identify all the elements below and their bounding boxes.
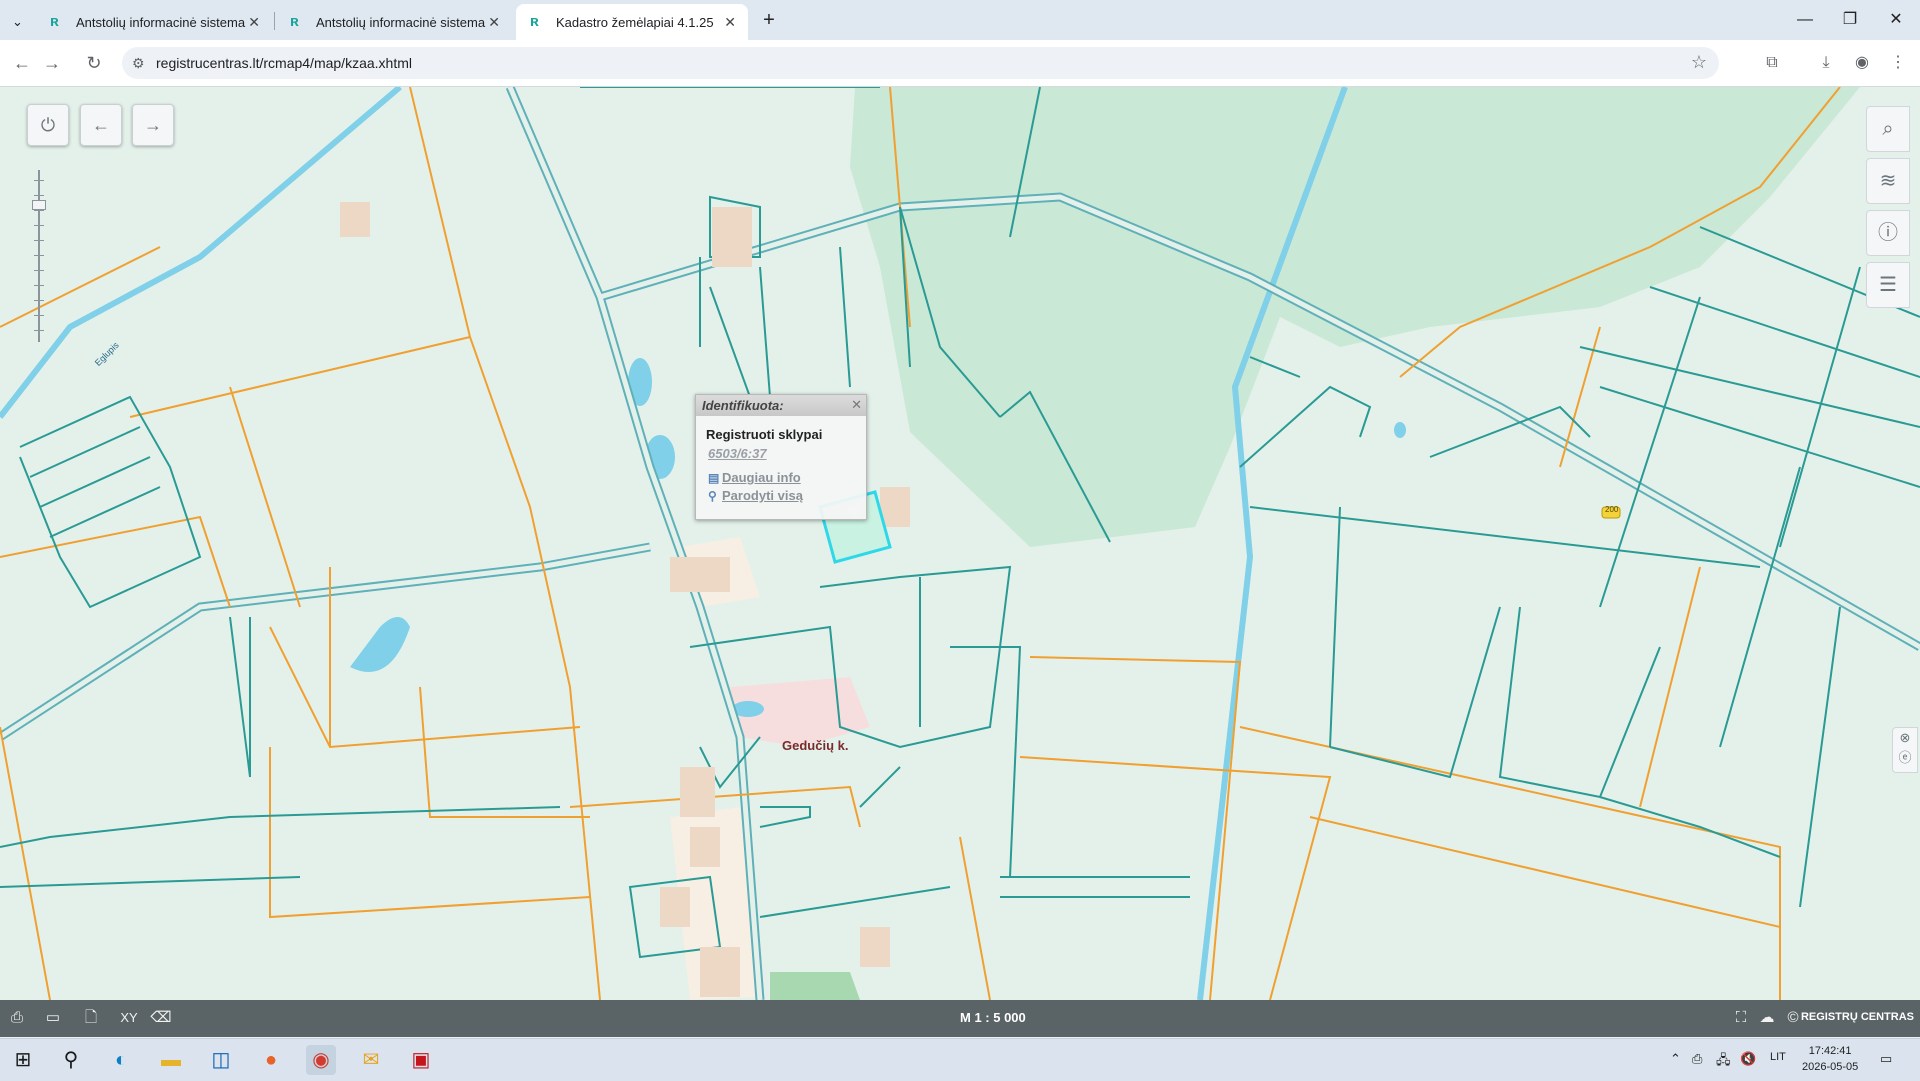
rc-favicon-icon: ʀ (50, 13, 59, 30)
legend-button[interactable]: ☰ (1866, 262, 1910, 308)
show-all-label: Parodyti visą (722, 488, 803, 503)
popup-title: Registruoti sklypai (706, 427, 823, 442)
chrome-icon[interactable]: ◉ (306, 1045, 336, 1075)
print-icon[interactable]: ⎙ (6, 1008, 28, 1028)
new-tab-button[interactable]: + (754, 8, 784, 32)
tab-1[interactable]: ʀ Antstolių informacinė sistema ✕ (36, 4, 272, 40)
tab-title: Antstolių informacinė sistema (316, 14, 486, 30)
forward-button[interactable]: → (38, 49, 66, 77)
firefox-icon[interactable]: ● (256, 1045, 286, 1075)
restore-button[interactable]: ❐ (1835, 8, 1865, 32)
meadow-area (770, 972, 860, 1000)
menu-icon[interactable]: ⋮ (1884, 49, 1912, 77)
tab-separator (274, 12, 275, 30)
identify-popup: Identifikuota: ✕ Registruoti sklypai 650… (695, 394, 867, 520)
mail-icon[interactable]: ✉ (356, 1045, 386, 1075)
map-scale: M 1 : 5 000 (960, 1010, 1026, 1025)
browser-tab-bar: ⌄ ʀ Antstolių informacinė sistema ✕ ʀ An… (0, 0, 1920, 40)
volume-muted-icon[interactable]: 🔇 (1740, 1051, 1756, 1067)
pond (350, 617, 410, 672)
site-info-icon[interactable]: ⚙ (132, 55, 145, 72)
eraser-icon[interactable]: ⌫ (150, 1008, 172, 1028)
profile-icon[interactable]: ◉ (1848, 49, 1876, 77)
windows-taskbar: ⊞ ⚲ ◐ ▬ ◫ ● ◉ ✉ ▣ ⌃ ⎙ 🖧 🔇 LIT 17:42:41 2… (0, 1038, 1920, 1081)
fullscreen-icon[interactable]: ⛶ (1730, 1008, 1752, 1028)
power-button[interactable]: ⏻ (27, 104, 69, 146)
map-canvas (0, 87, 1920, 1000)
close-icon[interactable]: ✕ (851, 397, 862, 413)
forest-area (1280, 87, 1860, 347)
extensions-icon[interactable]: ⧉ (1758, 49, 1786, 77)
clock-date: 2026-05-05 (1802, 1061, 1859, 1073)
tab-search-button[interactable]: ⌄ (6, 4, 34, 40)
info-button[interactable]: ⓘ (1866, 210, 1910, 256)
language-indicator[interactable]: LIT (1770, 1051, 1786, 1063)
road-number-label: 200 (1605, 505, 1619, 514)
close-tab-icon[interactable]: ✕ (248, 14, 260, 31)
search-icon[interactable]: ⚲ (56, 1045, 86, 1075)
buildings (340, 202, 910, 997)
more-info-label: Daugiau info (722, 470, 801, 485)
back-button[interactable]: ← (8, 49, 36, 77)
rc-favicon-icon: ʀ (530, 13, 539, 30)
minimize-button[interactable]: — (1790, 8, 1820, 32)
reload-button[interactable]: ↻ (80, 49, 108, 77)
map-search-button[interactable]: ⌕ (1866, 106, 1910, 152)
zoom-knob[interactable] (32, 200, 46, 210)
windows-start-icon[interactable]: ⊞ (8, 1045, 38, 1075)
clock-time: 17:42:41 (1808, 1045, 1852, 1057)
add-document-icon[interactable]: 🗋 (80, 1008, 102, 1028)
close-tab-icon[interactable]: ✕ (488, 14, 500, 31)
network-icon[interactable]: 🖧 (1716, 1051, 1731, 1073)
outlook-icon[interactable]: ◫ (206, 1045, 236, 1075)
browser-toolbar: ← → ↻ ⚙ registrucentras.lt/rcmap4/map/kz… (0, 40, 1920, 87)
measure-icon[interactable]: ▭ (42, 1008, 64, 1028)
brand-label: REGISTRŲ CENTRAS (1800, 1011, 1914, 1023)
bookmark-star-icon[interactable]: ☆ (1691, 52, 1707, 73)
zoom-slider[interactable] (31, 160, 47, 355)
side-close-button[interactable]: ⊗ ⓔ (1892, 727, 1918, 773)
layers-button[interactable]: ≋ (1866, 158, 1910, 204)
printer-icon[interactable]: ⎙ (1692, 1051, 1702, 1067)
cadastral-map[interactable]: Eglupis 200 Gedučių k. ⏻ ← → ⌕ ≋ ⓘ ☰ ⊗ ⓔ … (0, 87, 1920, 1000)
more-info-link[interactable]: ▤ Daugiau info (708, 470, 801, 485)
close-window-button[interactable]: ✕ (1881, 8, 1911, 32)
map-bottom-bar: ⎙ ▭ 🗋 XY ⌫ M 1 : 5 000 ⛶ ☁ © REGISTRŲ CE… (0, 1000, 1920, 1037)
system-clock[interactable]: 17:42:41 2026-05-05 (1802, 1043, 1858, 1075)
rc-favicon-icon: ʀ (290, 13, 299, 30)
url-text: registrucentras.lt/rcmap4/map/kzaa.xhtml (156, 55, 412, 71)
tab-3-active[interactable]: ʀ Kadastro žemėlapiai 4.1.25 ✕ (516, 4, 748, 40)
file-explorer-icon[interactable]: ▬ (156, 1045, 186, 1075)
address-bar[interactable]: ⚙ registrucentras.lt/rcmap4/map/kzaa.xht… (122, 47, 1719, 79)
close-tab-icon[interactable]: ✕ (724, 14, 736, 31)
village-label: Gedučių k. (782, 738, 849, 753)
tab-title: Antstolių informacinė sistema (76, 14, 246, 30)
notifications-icon[interactable]: ▭ (1880, 1051, 1892, 1067)
acrobat-icon[interactable]: ▣ (406, 1045, 436, 1075)
tab-2[interactable]: ʀ Antstolių informacinė sistema ✕ (276, 4, 512, 40)
document-icon: ▤ (708, 471, 720, 485)
magnifier-icon: ⚲ (708, 489, 717, 503)
download-icon[interactable]: ⤓ (1812, 49, 1840, 77)
xy-coordinates-icon[interactable]: XY (118, 1008, 140, 1028)
map-forward-button[interactable]: → (132, 104, 174, 146)
parcel-id-link[interactable]: 6503/6:37 (708, 446, 767, 461)
show-all-link[interactable]: ⚲ Parodyti visą (708, 488, 803, 503)
chevron-down-icon: ⌄ (12, 14, 23, 29)
map-back-button[interactable]: ← (80, 104, 122, 146)
tab-title: Kadastro žemėlapiai 4.1.25 (556, 14, 714, 30)
edge-icon[interactable]: ◐ (106, 1045, 136, 1075)
popup-header: Identifikuota: (696, 395, 866, 416)
show-hidden-icons[interactable]: ⌃ (1670, 1051, 1681, 1067)
pond (1394, 422, 1406, 438)
cloud-icon[interactable]: ☁ (1756, 1008, 1778, 1028)
